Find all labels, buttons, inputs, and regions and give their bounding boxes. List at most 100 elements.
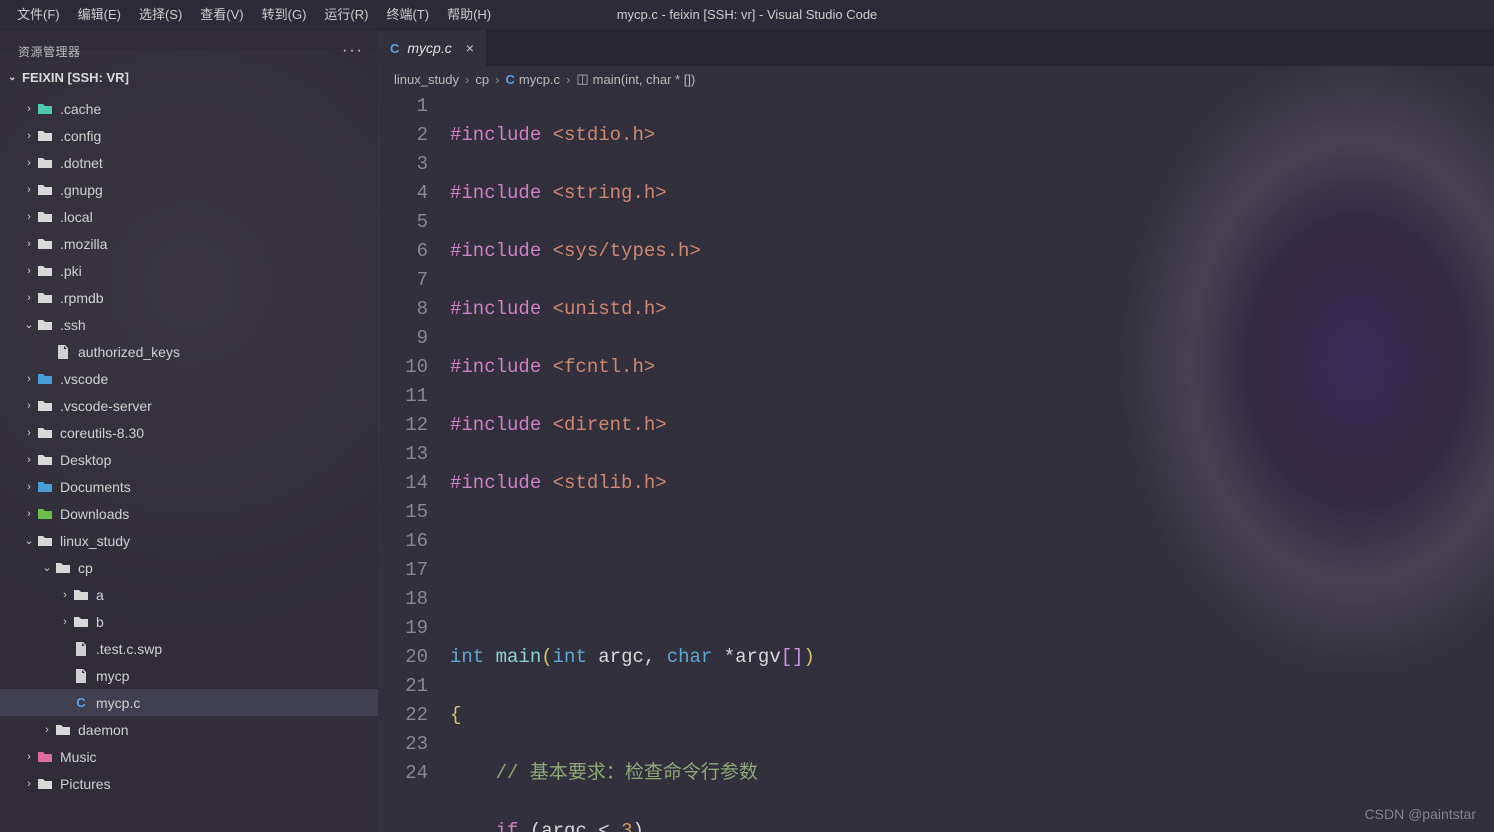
tree-label: mycp.c	[96, 695, 378, 711]
tree-label: .test.c.swp	[96, 641, 378, 657]
tree-item--dotnet[interactable]: ›.dotnet	[0, 149, 378, 176]
tree-item--pki[interactable]: ›.pki	[0, 257, 378, 284]
tree-item-cp[interactable]: ⌄ cp	[0, 554, 378, 581]
tree-item-b[interactable]: ›b	[0, 608, 378, 635]
line-gutter: 123456789101112131415161718192021222324	[378, 92, 450, 832]
tree-item--ssh[interactable]: ⌄ .ssh	[0, 311, 378, 338]
tree-label: .config	[60, 128, 378, 144]
tree-item-daemon[interactable]: › daemon	[0, 716, 378, 743]
chevron-icon: ›	[22, 778, 36, 790]
tree-item-pictures[interactable]: ›Pictures	[0, 770, 378, 797]
chevron-icon: ›	[22, 751, 36, 763]
tree-label: daemon	[78, 722, 378, 738]
folder-icon	[36, 748, 54, 766]
chevron-icon: ›	[22, 184, 36, 196]
chevron-icon: ›	[58, 589, 72, 601]
breadcrumb-part[interactable]: main(int, char * [])	[593, 72, 696, 87]
tree-item-desktop[interactable]: ›Desktop	[0, 446, 378, 473]
tree-item-a[interactable]: ›a	[0, 581, 378, 608]
folder-icon	[36, 208, 54, 226]
explorer-title: 资源管理器	[18, 43, 81, 60]
tree-item-authorized-keys[interactable]: authorized_keys	[0, 338, 378, 365]
chevron-icon: ›	[22, 508, 36, 520]
tree-label: coreutils-8.30	[60, 425, 378, 441]
menu-run[interactable]: 运行(R)	[315, 0, 377, 30]
chevron-icon: ›	[22, 130, 36, 142]
tree-item--cache[interactable]: ›.cache	[0, 95, 378, 122]
tree-label: .gnupg	[60, 182, 378, 198]
menu-edit[interactable]: 编辑(E)	[69, 0, 130, 30]
breadcrumb[interactable]: linux_study › cp › C mycp.c › ◫ main(int…	[378, 66, 1494, 92]
tree-item-music[interactable]: › Music	[0, 743, 378, 770]
tree-item--gnupg[interactable]: › .gnupg	[0, 176, 378, 203]
folder-icon	[36, 127, 54, 145]
menu-go[interactable]: 转到(G)	[253, 0, 316, 30]
menu-terminal[interactable]: 终端(T)	[377, 0, 438, 30]
menu-view[interactable]: 查看(V)	[191, 0, 252, 30]
tree-label: Documents	[60, 479, 378, 495]
tree-label: .local	[60, 209, 378, 225]
tab-label: mycp.c	[407, 40, 451, 56]
chevron-icon: ⌄	[40, 561, 54, 574]
tree-label: b	[96, 614, 378, 630]
chevron-icon: ›	[22, 103, 36, 115]
tree-label: .vscode-server	[60, 398, 378, 414]
chevron-icon: ⌄	[22, 534, 36, 547]
tree-item-mycp-c[interactable]: Cmycp.c	[0, 689, 378, 716]
menubar: 文件(F) 编辑(E) 选择(S) 查看(V) 转到(G) 运行(R) 终端(T…	[0, 0, 1494, 30]
menu-selection[interactable]: 选择(S)	[130, 0, 191, 30]
tree-label: Downloads	[60, 506, 378, 522]
chevron-icon: ›	[40, 724, 54, 736]
file-icon	[72, 640, 90, 658]
tree-item--vscode[interactable]: ›.vscode	[0, 365, 378, 392]
tree-label: .vscode	[60, 371, 378, 387]
tree-item-downloads[interactable]: › Downloads	[0, 500, 378, 527]
tree-label: Music	[60, 749, 378, 765]
folder-icon	[72, 613, 90, 631]
menu-file[interactable]: 文件(F)	[8, 0, 69, 30]
close-icon[interactable]: ×	[466, 40, 474, 56]
menu-help[interactable]: 帮助(H)	[438, 0, 500, 30]
chevron-icon: ›	[22, 211, 36, 223]
tree-item--local[interactable]: › .local	[0, 203, 378, 230]
tree-item--mozilla[interactable]: ›.mozilla	[0, 230, 378, 257]
folder-icon	[36, 316, 54, 334]
tree-item--vscode-server[interactable]: ›.vscode-server	[0, 392, 378, 419]
breadcrumb-part[interactable]: cp	[475, 72, 489, 87]
chevron-icon: ›	[22, 292, 36, 304]
chevron-icon: ›	[22, 427, 36, 439]
tree-label: cp	[78, 560, 378, 576]
symbol-icon: ◫	[576, 71, 588, 87]
folder-icon	[36, 478, 54, 496]
file-tree: ›.cache›.config›.dotnet›.gnupg›.local›.m…	[0, 89, 378, 797]
c-file-icon: C	[72, 694, 90, 712]
tree-item--rpmdb[interactable]: ›.rpmdb	[0, 284, 378, 311]
tree-label: .dotnet	[60, 155, 378, 171]
folder-icon	[54, 721, 72, 739]
tree-item-mycp[interactable]: mycp	[0, 662, 378, 689]
breadcrumb-part[interactable]: mycp.c	[519, 72, 560, 87]
project-header[interactable]: ⌄ FEIXIN [SSH: VR]	[0, 66, 378, 89]
file-icon	[72, 667, 90, 685]
folder-icon	[36, 154, 54, 172]
explorer-more-icon[interactable]: ···	[342, 42, 364, 60]
tree-item--config[interactable]: › .config	[0, 122, 378, 149]
chevron-icon: ›	[22, 238, 36, 250]
tree-item-linux-study[interactable]: ⌄linux_study	[0, 527, 378, 554]
folder-icon	[36, 100, 54, 118]
window-title: mycp.c - feixin [SSH: vr] - Visual Studi…	[617, 7, 878, 22]
folder-icon	[36, 424, 54, 442]
tree-item-coreutils-8-30[interactable]: › coreutils-8.30	[0, 419, 378, 446]
code-content[interactable]: #include <stdio.h> #include <string.h> #…	[450, 92, 1494, 832]
folder-icon	[36, 505, 54, 523]
tree-item-documents[interactable]: ›Documents	[0, 473, 378, 500]
tree-label: .ssh	[60, 317, 378, 333]
tree-item--test-c-swp[interactable]: .test.c.swp	[0, 635, 378, 662]
folder-icon	[36, 532, 54, 550]
tab-mycp-c[interactable]: C mycp.c ×	[378, 30, 487, 66]
tab-bar: C mycp.c ×	[378, 30, 1494, 66]
breadcrumb-part[interactable]: linux_study	[394, 72, 459, 87]
chevron-icon: ⌄	[22, 318, 36, 331]
code-editor[interactable]: 123456789101112131415161718192021222324 …	[378, 92, 1494, 832]
tree-label: authorized_keys	[78, 344, 378, 360]
